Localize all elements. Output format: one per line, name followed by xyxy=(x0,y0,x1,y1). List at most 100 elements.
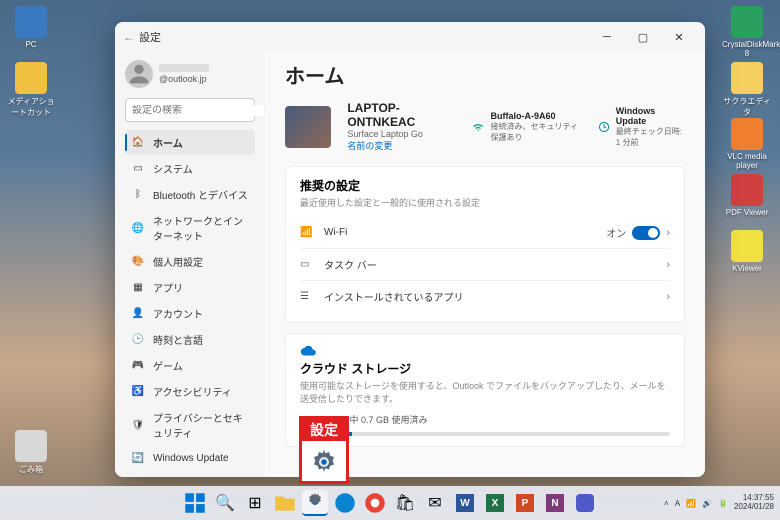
sidebar-item-label: システム xyxy=(153,161,193,176)
sidebar-item-label: Windows Update xyxy=(153,453,229,464)
task-view-icon[interactable]: ⊞ xyxy=(242,490,268,516)
desktop-icon-recycle-bin[interactable]: ごみ箱 xyxy=(6,430,56,475)
sidebar-item-label: アカウント xyxy=(153,306,203,321)
sidebar-item-system[interactable]: ▭ システム xyxy=(125,156,255,181)
sidebar-item-label: Bluetooth とデバイス xyxy=(153,187,248,202)
desktop-icon-sakura[interactable]: サクラエディタ xyxy=(722,62,772,118)
toggle[interactable] xyxy=(632,226,660,240)
explorer-icon[interactable] xyxy=(272,490,298,516)
storage-sub: 使用可能なストレージを使用すると、Outlook でファイルをバックアップしたり… xyxy=(300,379,670,405)
device-model: Surface Laptop Go xyxy=(347,129,440,139)
settings-window: ← 設定 ─ ▢ ✕ @outlook.jp xyxy=(115,22,705,477)
sidebar: @outlook.jp 🔍 🏠 ホーム ▭ システム ᛒ Bluetooth とデバイス 🌐… xyxy=(115,52,265,477)
minimize-button[interactable]: ─ xyxy=(589,23,625,51)
titlebar[interactable]: ← 設定 ─ ▢ ✕ xyxy=(115,22,705,52)
update-icon: 🔄 xyxy=(131,451,145,465)
sidebar-item-bluetooth[interactable]: ᛒ Bluetooth とデバイス xyxy=(125,182,255,207)
sidebar-item-label: アクセシビリティ xyxy=(153,384,232,399)
wifi-status[interactable]: Buffalo-A-9A60 接続済み、セキュリティ保護あり xyxy=(472,111,581,143)
setting-row-installed[interactable]: ☰インストールされているアプリ› xyxy=(300,280,670,312)
tray-clock[interactable]: 14:37:55 2024/01/28 xyxy=(734,494,774,512)
setting-row-wifi[interactable]: 📶Wi-Fiオン› xyxy=(300,217,670,248)
bluetooth-icon: ᛒ xyxy=(131,188,145,202)
chevron-right-icon: › xyxy=(666,227,670,239)
page-title: ホーム xyxy=(285,60,685,89)
tray-volume-icon[interactable]: 🔊 xyxy=(702,499,712,508)
desktop-icon-k[interactable]: KViewer xyxy=(722,230,772,273)
mail-icon[interactable]: ✉ xyxy=(422,490,448,516)
desktop-icon-pdf[interactable]: PDF Viewer xyxy=(722,174,772,217)
excel-icon[interactable]: X xyxy=(482,490,508,516)
apps-icon: ▦ xyxy=(131,281,145,295)
search-input-wrapper[interactable]: 🔍 xyxy=(125,98,255,122)
powerpoint-icon[interactable]: P xyxy=(512,490,538,516)
sidebar-item-time[interactable]: 🕒時刻と言語 xyxy=(125,327,255,352)
edge-icon[interactable] xyxy=(332,490,358,516)
system-icon: ▭ xyxy=(131,162,145,176)
sidebar-item-apps[interactable]: ▦ アプリ xyxy=(125,275,255,300)
close-button[interactable]: ✕ xyxy=(661,23,697,51)
update-status[interactable]: Windows Update 最終チェック日時: 1 分前 xyxy=(598,106,685,148)
settings-taskbar-icon[interactable] xyxy=(302,490,328,516)
callout-label: 設定 xyxy=(302,419,346,441)
tray-battery-icon[interactable]: 🔋 xyxy=(718,499,728,508)
search-input[interactable] xyxy=(132,105,264,116)
sidebar-item-personalize[interactable]: 🎨個人用設定 xyxy=(125,249,255,274)
tray-ime-icon[interactable]: A xyxy=(675,499,680,508)
taskbar-icon: ▭ xyxy=(300,259,314,270)
desktop-icon-pc[interactable]: PC xyxy=(6,6,56,49)
avatar-icon xyxy=(125,60,153,88)
sidebar-item-privacy[interactable]: 🛡 プライバシーとセキュリティ xyxy=(125,405,255,445)
settings-callout: 設定 xyxy=(299,416,349,484)
recommended-card: 推奨の設定 最近使用した設定と一般的に使用される設定 📶Wi-Fiオン›▭タスク… xyxy=(285,166,685,323)
sidebar-item-label: ネットワークとインターネット xyxy=(153,213,249,243)
sidebar-item-home[interactable]: 🏠 ホーム xyxy=(125,130,255,155)
update-icon xyxy=(598,119,610,135)
desktop-background: PC メディアショートカット ごみ箱 CrystalDiskMark 8 サクラ… xyxy=(0,0,780,520)
chevron-right-icon: › xyxy=(666,259,670,271)
taskbar-search-icon[interactable]: 🔍 xyxy=(212,490,238,516)
sidebar-item-label: ホーム xyxy=(153,135,183,150)
taskbar: 🔍 ⊞ 🛍 ✉ W X P N ˄ A 📶 🔊 🔋 14:37:55 2024/… xyxy=(0,486,780,520)
network-icon: 🌐 xyxy=(131,221,145,235)
setting-row-taskbar[interactable]: ▭タスク バー› xyxy=(300,248,670,280)
sidebar-item-label: 個人用設定 xyxy=(153,254,203,269)
maximize-button[interactable]: ▢ xyxy=(625,23,661,51)
desktop-icon-vlc[interactable]: VLC media player xyxy=(722,118,772,170)
rename-link[interactable]: 名前の変更 xyxy=(347,139,440,152)
wifi-icon: 📶 xyxy=(300,227,314,238)
cloud-icon xyxy=(300,344,318,356)
word-icon[interactable]: W xyxy=(452,490,478,516)
privacy-icon: 🛡 xyxy=(131,418,145,432)
onenote-icon[interactable]: N xyxy=(542,490,568,516)
sidebar-item-accessibility[interactable]: ♿アクセシビリティ xyxy=(125,379,255,404)
account-icon: 👤 xyxy=(131,307,145,321)
sidebar-item-account[interactable]: 👤 アカウント xyxy=(125,301,255,326)
tray-chevron-icon[interactable]: ˄ xyxy=(664,499,669,508)
setting-label: Wi-Fi xyxy=(324,227,606,238)
sidebar-item-label: プライバシーとセキュリティ xyxy=(153,410,249,440)
device-name: LAPTOP-ONTNKEAC xyxy=(347,101,440,129)
sidebar-item-network[interactable]: 🌐 ネットワークとインターネット xyxy=(125,208,255,248)
desktop-icon-shortcut[interactable]: メディアショートカット xyxy=(6,62,56,118)
storage-bar xyxy=(300,432,670,436)
wifi-icon xyxy=(472,119,484,135)
system-tray[interactable]: ˄ A 📶 🔊 🔋 14:37:55 2024/01/28 xyxy=(664,486,774,520)
desktop-icon-crystaldisk[interactable]: CrystalDiskMark 8 xyxy=(722,6,772,58)
account-block[interactable]: @outlook.jp xyxy=(125,56,255,98)
gear-icon xyxy=(309,447,339,477)
chrome-icon[interactable] xyxy=(362,490,388,516)
teams-icon[interactable] xyxy=(572,490,598,516)
arrow-left-icon[interactable]: ← xyxy=(123,30,135,44)
store-icon[interactable]: 🛍 xyxy=(392,490,418,516)
sidebar-item-gaming[interactable]: 🎮ゲーム xyxy=(125,353,255,378)
home-icon: 🏠 xyxy=(131,136,145,150)
sidebar-item-label: ゲーム xyxy=(153,358,183,373)
start-button[interactable] xyxy=(182,490,208,516)
device-info-row: LAPTOP-ONTNKEAC Surface Laptop Go 名前の変更 … xyxy=(285,101,685,152)
tray-wifi-icon[interactable]: 📶 xyxy=(686,499,696,508)
storage-heading: クラウド ストレージ xyxy=(300,360,670,377)
sidebar-item-update[interactable]: 🔄 Windows Update xyxy=(125,446,255,470)
sidebar-item-label: アプリ xyxy=(153,280,183,295)
storage-usage-text: 5 GB (14%) 中 0.7 GB 使用済み xyxy=(300,413,670,426)
